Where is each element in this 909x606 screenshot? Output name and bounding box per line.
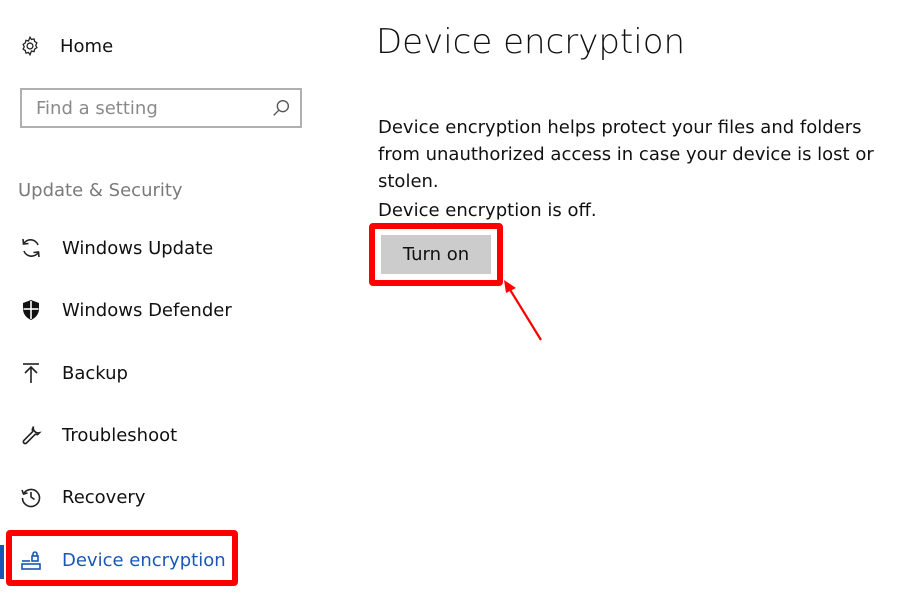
sidebar-item-label: Recovery <box>62 486 146 508</box>
shield-icon <box>18 297 44 323</box>
refresh-icon <box>18 235 44 261</box>
page-title: Device encryption <box>376 22 686 62</box>
turn-on-button[interactable]: Turn on <box>381 235 491 274</box>
home-link[interactable]: Home <box>18 30 113 62</box>
search-input[interactable] <box>22 90 270 126</box>
search-box[interactable] <box>20 88 302 128</box>
sidebar-item-recovery[interactable]: Recovery <box>18 479 145 515</box>
arrow-annotation <box>504 280 542 341</box>
section-title: Update & Security <box>18 180 183 201</box>
sidebar-item-troubleshoot[interactable]: Troubleshoot <box>18 417 177 453</box>
home-label: Home <box>60 35 114 57</box>
wrench-icon <box>18 422 44 448</box>
sidebar-item-backup[interactable]: Backup <box>18 355 128 391</box>
sidebar-item-label: Troubleshoot <box>62 424 178 446</box>
active-indicator <box>0 545 4 579</box>
sidebar-item-windows-defender[interactable]: Windows Defender <box>18 292 232 328</box>
gear-icon <box>18 34 42 58</box>
description-text: Device encryption helps protect your fil… <box>378 117 874 192</box>
encryption-status: Device encryption is off. <box>378 200 597 221</box>
sidebar-item-label: Windows Update <box>62 237 214 259</box>
sidebar-item-label: Windows Defender <box>62 299 232 321</box>
upload-icon <box>18 360 44 386</box>
sidebar-item-windows-update[interactable]: Windows Update <box>18 230 213 266</box>
history-icon <box>18 484 44 510</box>
highlight-box <box>6 530 238 586</box>
sidebar-item-label: Backup <box>62 362 128 384</box>
search-icon[interactable] <box>270 97 292 119</box>
